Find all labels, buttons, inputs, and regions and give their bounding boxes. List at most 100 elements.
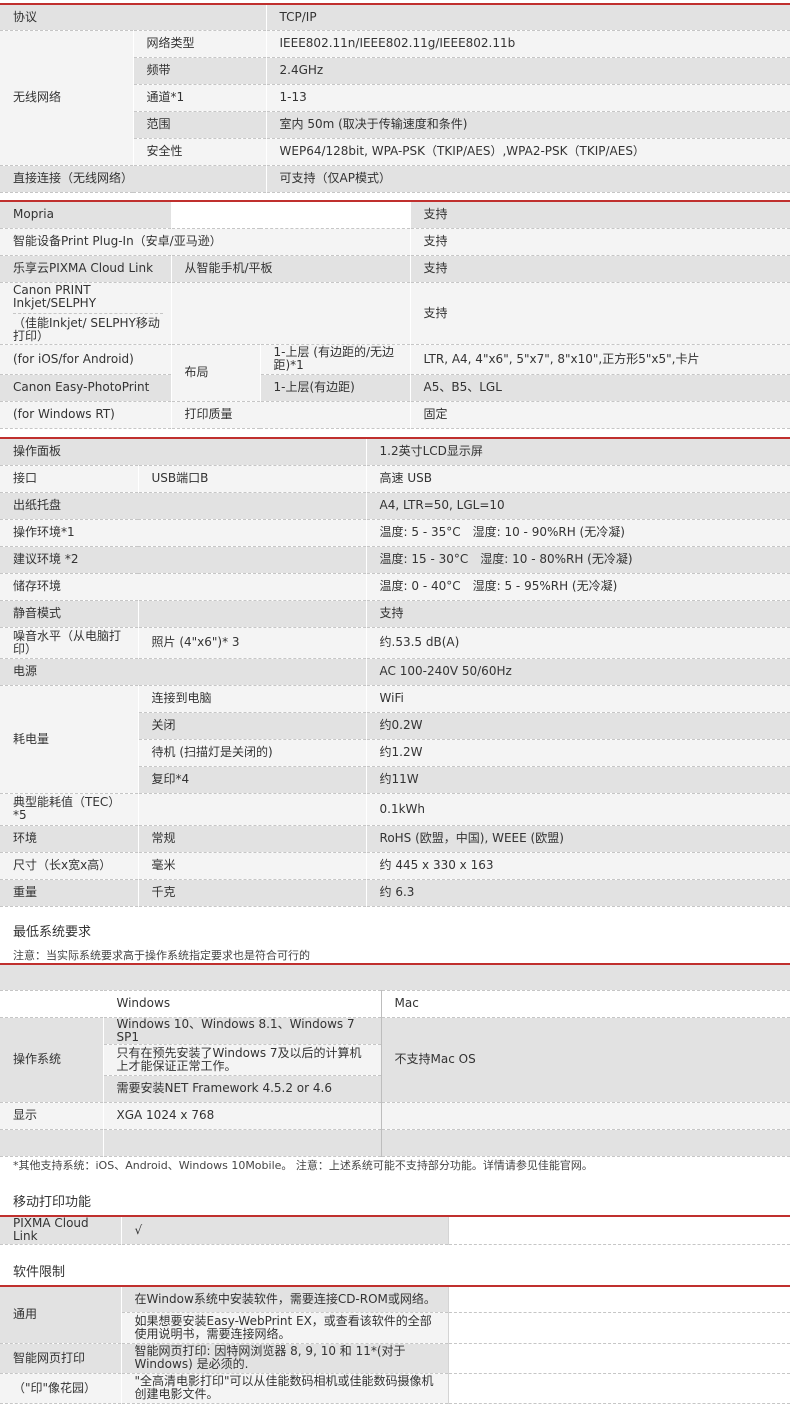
software-empty-2: [448, 1312, 790, 1344]
channel-label: 通道*1: [133, 84, 267, 112]
pc-connect-value: WiFi: [366, 685, 790, 713]
tec-empty: [138, 793, 367, 826]
interface-label: 接口: [0, 465, 139, 493]
noise-label: 噪音水平（从电脑打印）: [0, 627, 139, 659]
sysreq-blank-header: [0, 964, 790, 991]
sysreq-table: Windows Mac 操作系统 Windows 10、Windows 8.1、…: [0, 963, 790, 1157]
pc-connect-label: 连接到电脑: [138, 685, 367, 713]
mobile-print-title: 移动打印功能: [13, 1195, 92, 1210]
band-label: 频带: [133, 57, 267, 85]
environment-sub: 常规: [138, 825, 367, 853]
software-table: 通用 在Window系统中安装软件，需要连接CD-ROM或网络。 如果想要安装E…: [0, 1285, 790, 1404]
op-env-value: 温度: 5 - 35°C 湿度: 10 - 90%RH (无冷凝): [366, 519, 790, 547]
web-print-label: 智能网页打印: [0, 1343, 122, 1374]
quiet-mode-empty: [138, 600, 367, 628]
display-label: 显示: [0, 1102, 104, 1130]
general-spec-table: 操作面板 1.2英寸LCD显示屏 接口 USB端口B 高速 USB 出纸托盘 A…: [0, 437, 790, 907]
noise-sub: 照片 (4"x6")* 3: [138, 627, 367, 659]
sysreq-title: 最低系统要求: [13, 925, 92, 940]
sysreq-blank-mac: [381, 1129, 790, 1157]
protocol-value: TCP/IP: [266, 4, 790, 31]
tray-value: A4, LTR=50, LGL=10: [366, 492, 790, 520]
software-title: 软件限制: [13, 1265, 66, 1280]
canon-print-cell: Canon PRINT Inkjet/SELPHY （佳能Inkjet/ SEL…: [0, 282, 172, 345]
tec-value: 0.1kWh: [366, 793, 790, 826]
quiet-mode-value: 支持: [366, 600, 790, 628]
storage-env-label: 储存环境: [0, 573, 367, 601]
network-spec-table: 协议 TCP/IP 无线网络 网络类型 IEEE802.11n/IEEE802.…: [0, 3, 790, 193]
plugin-label: 智能设备Print Plug-In（安卓/亚马逊）: [0, 228, 411, 256]
layer1-value: LTR, A4, 4"x6", 5"x7", 8"x10",正方形5"x5",卡…: [410, 344, 790, 375]
photo-garden-value: "全高清电影打印"可以从佳能数码相机或佳能数码摄像机创建电影文件。: [121, 1373, 449, 1404]
power-value: AC 100-240V 50/60Hz: [366, 658, 790, 686]
sysreq-note: 注意：当实际系统要求高于操作系统指定要求也是符合可行的: [13, 949, 310, 962]
wireless-label: 无线网络: [0, 30, 134, 166]
layout-label: 布局: [171, 344, 261, 402]
software-empty-4: [448, 1373, 790, 1404]
tec-label: 典型能耗值（TEC）*5: [0, 793, 139, 826]
copy-label: 复印*4: [138, 766, 367, 794]
net-type-value: IEEE802.11n/IEEE802.11g/IEEE802.11b: [266, 30, 790, 58]
windows-rt-label: (for Windows RT): [0, 401, 172, 429]
software-empty-3: [448, 1343, 790, 1374]
general-value-2: 如果想要安装Easy-WebPrint EX，或查看该软件的全部使用说明书，需要…: [121, 1312, 449, 1344]
layer2-label: 1-上层(有边距): [260, 374, 411, 402]
canon-print-label: Canon PRINT Inkjet/SELPHY: [13, 283, 163, 314]
interface-value: 高速 USB: [366, 465, 790, 493]
windows-header: Windows: [102, 990, 382, 1018]
tray-label: 出纸托盘: [0, 492, 367, 520]
security-label: 安全性: [133, 138, 267, 166]
weight-value: 约 6.3: [366, 879, 790, 907]
weight-label: 重量: [0, 879, 139, 907]
easy-photoprint-label: Canon Easy-PhotoPrint: [0, 374, 172, 402]
pixma-cloud-value: √: [121, 1216, 449, 1245]
environment-value: RoHS (欧盟，中国), WEEE (欧盟): [366, 825, 790, 853]
mac-os-value: 不支持Mac OS: [381, 1017, 790, 1103]
panel-value: 1.2英寸LCD显示屏: [366, 438, 790, 466]
layer1-label: 1-上层 (有边距的/无边距)*1: [260, 344, 411, 375]
quiet-mode-label: 静音模式: [0, 600, 139, 628]
sysreq-corner: [0, 990, 104, 1018]
panel-label: 操作面板: [0, 438, 367, 466]
general-value-1: 在Window系统中安装软件，需要连接CD-ROM或网络。: [121, 1286, 449, 1313]
layer2-value: A5、B5、LGL: [410, 374, 790, 402]
sysreq-footnote: *其他支持系统：iOS、Android、Windows 10Mobile。 注意…: [13, 1159, 593, 1172]
photo-garden-label: （"印"像花园）: [0, 1373, 122, 1404]
environment-label: 环境: [0, 825, 139, 853]
sysreq-blank-label: [0, 1129, 104, 1157]
standby-label: 待机 (扫描灯是关闭的): [138, 739, 367, 767]
sysreq-blank-win: [103, 1129, 382, 1157]
range-value: 室内 50m (取决于传输速度和条件): [266, 111, 790, 139]
off-label: 关闭: [138, 712, 367, 740]
mopria-value: 支持: [410, 201, 790, 229]
plugin-value: 支持: [410, 228, 790, 256]
display-value: XGA 1024 x 768: [103, 1102, 382, 1130]
copy-value: 约11W: [366, 766, 790, 794]
cloud-link-label: 乐享云PIXMA Cloud Link: [0, 255, 172, 283]
security-value: WEP64/128bit, WPA-PSK（TKIP/AES）,WPA2-PSK…: [266, 138, 790, 166]
band-value: 2.4GHz: [266, 57, 790, 85]
pixma-cloud-label: PIXMA Cloud Link: [0, 1216, 122, 1245]
noise-value: 约.53.5 dB(A): [366, 627, 790, 659]
mobile-print-table: PIXMA Cloud Link √: [0, 1215, 790, 1245]
web-print-value: 智能网页打印: 因特网浏览器 8, 9, 10 和 11*(对于Windows)…: [121, 1343, 449, 1374]
ios-android-label: (for iOS/for Android): [0, 344, 172, 375]
software-empty-1: [448, 1286, 790, 1313]
protocol-label: 协议: [0, 4, 267, 31]
rec-env-label: 建议环境 *2: [0, 546, 367, 574]
canon-print-value: 支持: [410, 282, 790, 345]
print-quality-value: 固定: [410, 401, 790, 429]
size-label: 尺寸（长x宽x高）: [0, 852, 139, 880]
standby-value: 约1.2W: [366, 739, 790, 767]
direct-connect-value: 可支持（仅AP模式）: [266, 165, 790, 193]
cloud-link-value: 支持: [410, 255, 790, 283]
weight-sub: 千克: [138, 879, 367, 907]
net-type-label: 网络类型: [133, 30, 267, 58]
interface-sub: USB端口B: [138, 465, 367, 493]
channel-value: 1-13: [266, 84, 790, 112]
consumption-label: 耗电量: [0, 685, 139, 794]
mobile-spec-table: Mopria 支持 智能设备Print Plug-In（安卓/亚马逊） 支持 乐…: [0, 200, 790, 429]
windows-versions: Windows 10、Windows 8.1、Windows 7 SP1: [103, 1017, 382, 1045]
mac-header: Mac: [381, 990, 790, 1018]
canon-print-empty: [171, 282, 411, 345]
